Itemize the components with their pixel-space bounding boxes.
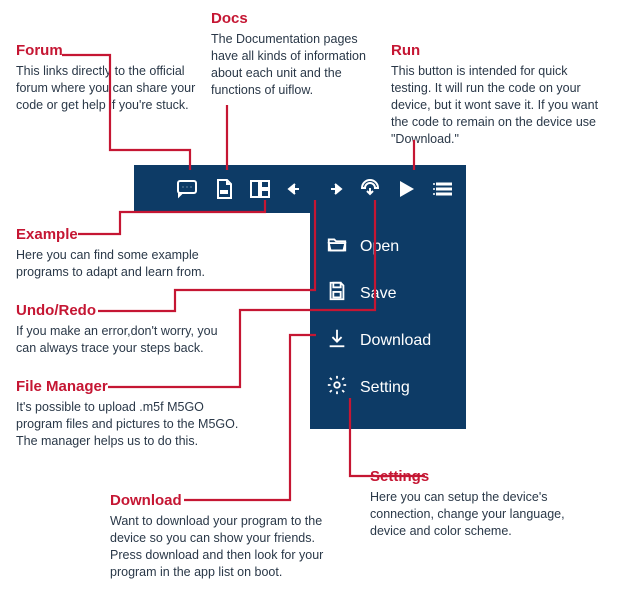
gear-icon — [326, 374, 348, 401]
save-icon — [326, 280, 348, 307]
callout-settings: Settings Here you can setup the device's… — [370, 468, 585, 540]
download-icon — [326, 327, 348, 354]
menu-label: Open — [360, 238, 399, 256]
open-icon — [326, 233, 348, 260]
forum-icon[interactable] — [174, 175, 201, 203]
menu-icon[interactable] — [430, 175, 457, 203]
callout-undoredo: Undo/Redo If you make an error,don't wor… — [16, 302, 236, 357]
toolbar — [134, 165, 466, 213]
menu-label: Save — [360, 285, 396, 303]
dropdown-menu: Open Save Download Setting — [310, 213, 466, 429]
callout-body: Here you can find some example programs … — [16, 247, 226, 281]
callout-run: Run This button is intended for quick te… — [391, 42, 606, 147]
callout-body: The Documentation pages have all kinds o… — [211, 31, 386, 99]
callout-title: Docs — [211, 10, 386, 27]
menu-item-setting[interactable]: Setting — [310, 364, 466, 411]
callout-body: It's possible to upload .m5f M5GO progra… — [16, 399, 246, 450]
callout-title: Settings — [370, 468, 585, 485]
callout-download: Download Want to download your program t… — [110, 492, 350, 581]
menu-item-save[interactable]: Save — [310, 270, 466, 317]
menu-item-open[interactable]: Open — [310, 223, 466, 270]
callout-title: Example — [16, 226, 226, 243]
callout-example: Example Here you can find some example p… — [16, 226, 226, 281]
menu-label: Download — [360, 332, 431, 350]
callout-forum: Forum This links directly to the officia… — [16, 42, 211, 114]
callout-body: Here you can setup the device's connecti… — [370, 489, 585, 540]
menu-label: Setting — [360, 379, 410, 397]
redo-icon[interactable] — [320, 175, 347, 203]
callout-body: This button is intended for quick testin… — [391, 63, 606, 147]
callout-title: File Manager — [16, 378, 246, 395]
callout-filemanager: File Manager It's possible to upload .m5… — [16, 378, 246, 450]
docs-icon[interactable] — [211, 175, 238, 203]
callout-title: Run — [391, 42, 606, 59]
callout-body: If you make an error,don't worry, you ca… — [16, 323, 236, 357]
file-manager-icon[interactable] — [357, 175, 384, 203]
menu-item-download[interactable]: Download — [310, 317, 466, 364]
callout-body: This links directly to the official foru… — [16, 63, 211, 114]
example-icon[interactable] — [247, 175, 274, 203]
toolbar-panel: Open Save Download Setting — [134, 165, 466, 213]
callout-body: Want to download your program to the dev… — [110, 513, 350, 581]
callout-title: Forum — [16, 42, 211, 59]
undo-icon[interactable] — [284, 175, 311, 203]
callout-title: Undo/Redo — [16, 302, 236, 319]
callout-title: Download — [110, 492, 350, 509]
run-icon[interactable] — [393, 175, 420, 203]
callout-docs: Docs The Documentation pages have all ki… — [211, 10, 386, 99]
